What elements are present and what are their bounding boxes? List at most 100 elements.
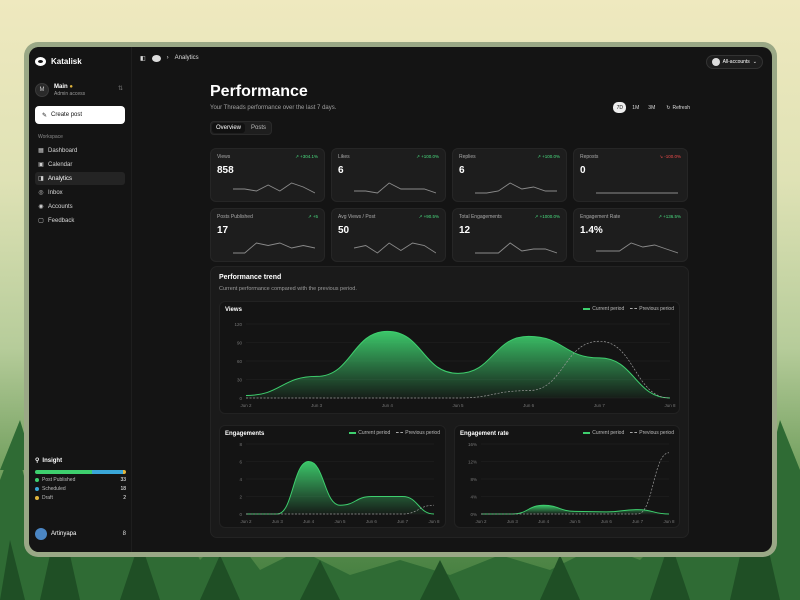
- trend-up-icon: ↗: [534, 214, 539, 219]
- trend-up-icon: ↗: [416, 154, 420, 159]
- sidebar-item-dashboard[interactable]: ▦ Dashboard: [35, 144, 125, 157]
- metric-change: ↗ +100.0%: [537, 154, 560, 159]
- y-tick-label: 12%: [468, 460, 477, 465]
- y-tick-label: 90: [237, 341, 243, 346]
- chart-icon: ◨: [38, 175, 44, 182]
- y-tick-label: 0: [239, 396, 242, 401]
- sparkline: [475, 182, 557, 194]
- sidebar-item-label: Accounts: [48, 203, 73, 210]
- sparkline-line: [233, 242, 315, 254]
- sidebar-item-inbox[interactable]: ◎ Inbox: [35, 186, 125, 199]
- green-dot-icon: [35, 478, 39, 482]
- message-icon: ▢: [38, 217, 44, 224]
- metric-value: 17: [217, 225, 229, 236]
- y-tick-label: 120: [234, 322, 242, 327]
- account-dropdown[interactable]: All-accounts ⌄: [705, 55, 763, 69]
- metric-label: Posts Published: [217, 214, 253, 220]
- breadcrumb[interactable]: Analytics: [175, 55, 199, 61]
- chart-title: Views: [225, 307, 242, 313]
- insight-item-scheduled: Scheduled 18: [35, 486, 126, 492]
- chart-svg: 0% 4% 8% 12% 16% Jun 2 Jun 3 Jun 4 Jun 5 Jun 6 Jun…: [468, 442, 675, 524]
- app-name: Katalisk: [51, 56, 82, 66]
- insight-item-published: Post Published 33: [35, 477, 126, 483]
- insight-label: Draft: [42, 495, 53, 501]
- metric-change: ↗ +100.0%: [416, 154, 439, 159]
- metric-card[interactable]: Avg Views / Post ↗ +90.5% 50: [331, 208, 446, 262]
- legend-current: Current period: [583, 430, 624, 436]
- tab-posts[interactable]: Posts: [247, 123, 270, 133]
- trend-title: Performance trend: [219, 274, 282, 281]
- metric-card[interactable]: Posts Published ↗ +5 17: [210, 208, 325, 262]
- workspace-section-label: Workspace: [38, 134, 63, 140]
- users-icon: ◉: [38, 203, 44, 210]
- chart-title: Engagements: [225, 431, 265, 437]
- x-tick-label: Jun 6: [523, 403, 535, 408]
- sparkline: [475, 242, 557, 254]
- user-count: 8: [122, 531, 126, 537]
- sidebar-item-feedback[interactable]: ▢ Feedback: [35, 214, 125, 227]
- x-tick-label: Jun 7: [594, 403, 606, 408]
- insight-title: Insight: [42, 457, 63, 464]
- range-3m[interactable]: 3M: [645, 102, 658, 113]
- create-post-label: Create post: [51, 112, 83, 118]
- insight-bar-published: [35, 470, 92, 474]
- blue-dot-icon: [35, 487, 39, 491]
- chart-svg: 0 2 4 6 8 Jun 2 Jun 3 Jun 4 Jun 5 Jun 6 Jun 7 Jun 8: [239, 442, 440, 524]
- brand[interactable]: Katalisk: [35, 55, 125, 67]
- metric-card[interactable]: Likes ↗ +100.0% 6: [331, 148, 446, 202]
- y-tick-label: 0: [239, 512, 242, 517]
- y-tick-label: 8: [239, 442, 242, 447]
- sidebar-item-analytics[interactable]: ◨ Analytics: [35, 172, 125, 185]
- account-switcher[interactable]: M Main ● Admin access ⇅: [35, 82, 125, 98]
- tab-overview[interactable]: Overview: [212, 123, 246, 133]
- main-content: Performance Your Threads performance ove…: [210, 83, 690, 538]
- chart-title: Engagement rate: [460, 431, 509, 437]
- sparkline-line: [475, 242, 557, 254]
- trend-up-icon: ↗: [418, 214, 423, 219]
- x-tick-label: Jun 7: [632, 519, 644, 524]
- metric-card[interactable]: Views ↗ +304.1% 858: [210, 148, 325, 202]
- metric-card[interactable]: Total Engagements ↗ +1000.0% 12: [452, 208, 567, 262]
- trend-subtitle: Current performance compared with the pr…: [219, 286, 357, 292]
- metric-card[interactable]: Engagement Rate ↗ +136.5% 1.4%: [573, 208, 688, 262]
- insight-value: 18: [120, 486, 126, 492]
- user-name: Artinyapa: [51, 531, 77, 537]
- x-tick-label: Jun 3: [272, 519, 284, 524]
- trend-up-icon: ↗: [537, 154, 541, 159]
- y-tick-label: 8%: [470, 477, 477, 482]
- sidebar-item-label: Feedback: [48, 217, 75, 224]
- account-role: Admin access: [54, 90, 86, 97]
- insight-value: 33: [120, 477, 126, 483]
- x-tick-label: Jun 6: [366, 519, 378, 524]
- sidebar-item-calendar[interactable]: ▣ Calendar: [35, 158, 125, 171]
- account-name: Main: [54, 83, 68, 90]
- sparkline: [596, 242, 678, 254]
- sidebar-toggle-icon[interactable]: ◧: [140, 55, 146, 62]
- sidebar-item-label: Dashboard: [48, 147, 78, 154]
- y-tick-label: 60: [237, 359, 243, 364]
- x-tick-label: Jun 4: [303, 519, 315, 524]
- switch-icon: ⇅: [117, 86, 123, 92]
- refresh-button[interactable]: ↻ Refresh: [666, 105, 690, 111]
- legend-previous: Previous period: [630, 306, 674, 312]
- metric-value: 858: [217, 165, 234, 176]
- y-tick-label: 16%: [468, 442, 477, 447]
- y-tick-label: 2: [239, 495, 242, 500]
- grid-icon: ▦: [38, 147, 44, 154]
- y-tick-label: 6: [239, 460, 242, 465]
- range-7d[interactable]: 7D: [613, 102, 627, 113]
- refresh-icon: ↻: [666, 104, 671, 111]
- user-profile[interactable]: Artinyapa 8: [35, 528, 126, 540]
- insight-label: Scheduled: [42, 486, 66, 492]
- metric-card[interactable]: Reposts ↘ -100.0% 0: [573, 148, 688, 202]
- sidebar: Katalisk M Main ● Admin access ⇅ ✎ Creat…: [29, 47, 132, 552]
- badge-icon: ●: [69, 83, 73, 90]
- range-1m[interactable]: 1M: [629, 102, 642, 113]
- create-post-button[interactable]: ✎ Create post: [35, 106, 125, 124]
- sidebar-item-accounts[interactable]: ◉ Accounts: [35, 200, 125, 213]
- metric-card[interactable]: Replies ↗ +100.0% 6: [452, 148, 567, 202]
- metric-cards: Views ↗ +304.1% 858 Likes ↗ +100.0% 6 Replies ↗…: [210, 148, 690, 262]
- account-avatar: M: [35, 83, 49, 97]
- legend-previous: Previous period: [396, 430, 440, 436]
- user-avatar: [35, 528, 47, 540]
